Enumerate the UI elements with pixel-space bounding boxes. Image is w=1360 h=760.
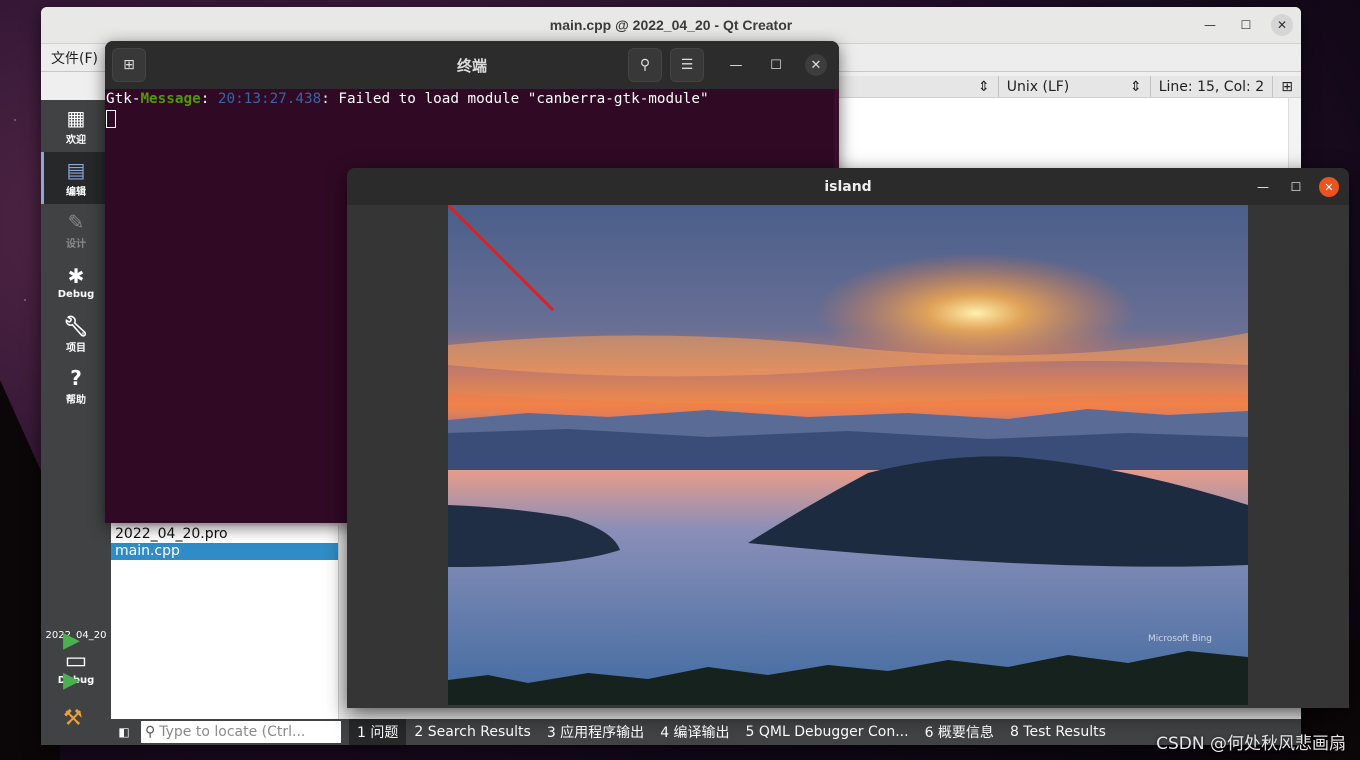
msg-colon: : (200, 91, 218, 107)
mode-edit-label: 编辑 (66, 186, 86, 198)
mode-help[interactable]: ? 帮助 (41, 360, 111, 412)
minimize-icon[interactable]: — (1253, 177, 1273, 197)
sidebar-toggle-icon[interactable]: ◧ (111, 719, 137, 745)
maximize-icon[interactable]: ☐ (765, 54, 787, 76)
qt-window-title: main.cpp @ 2022_04_20 - Qt Creator (549, 17, 793, 33)
terminal-output[interactable]: Gtk-Message: 20:13:27.438: Failed to loa… (105, 89, 839, 129)
mode-debug-label: Debug (57, 288, 95, 300)
tree-item-main[interactable]: main.cpp (111, 543, 338, 560)
code-editor[interactable] (838, 98, 1288, 168)
play-bug-icon: ▶ (63, 668, 80, 693)
mode-edit[interactable]: ▤ 编辑 (41, 152, 111, 204)
maximize-icon[interactable]: ☐ (1286, 177, 1306, 197)
help-icon: ? (70, 365, 82, 390)
sunset-islands-image: Microsoft Bing (448, 205, 1248, 705)
tab-qml-debugger[interactable]: 5 QML Debugger Con... (738, 719, 917, 745)
menu-icon[interactable]: ☰ (670, 48, 704, 82)
mode-design[interactable]: ✎ 设计 (41, 204, 111, 256)
maximize-icon[interactable]: ☐ (1235, 14, 1257, 36)
search-icon[interactable]: ⚲ (628, 48, 662, 82)
tab-test-results[interactable]: 8 Test Results (1002, 719, 1114, 745)
project-tree: 2022_04_20.pro main.cpp (111, 526, 351, 719)
close-icon[interactable]: ✕ (805, 54, 827, 76)
terminal-titlebar[interactable]: ⊞ 终端 ⚲ ☰ — ☐ ✕ (105, 41, 839, 89)
mode-design-label: 设计 (66, 238, 86, 250)
photo-credit: Microsoft Bing (1148, 634, 1212, 644)
document-icon: ▤ (66, 157, 86, 182)
qt-titlebar[interactable]: main.cpp @ 2022_04_20 - Qt Creator — ☐ ✕ (41, 7, 1301, 44)
terminal-cursor (106, 110, 116, 128)
play-icon: ▶ (63, 628, 80, 653)
bug-icon: ✱ (67, 263, 85, 288)
mode-welcome-label: 欢迎 (66, 134, 86, 146)
run-button[interactable]: ▶ (63, 628, 80, 653)
hammer-icon: ⚒ (63, 706, 83, 731)
island-photo: Microsoft Bing (448, 205, 1248, 705)
mode-projects-label: 项目 (66, 342, 86, 354)
island-titlebar[interactable]: island — ☐ ✕ (347, 168, 1349, 205)
mode-help-label: 帮助 (66, 394, 86, 406)
msg-text: : Failed to load module "canberra-gtk-mo… (321, 91, 709, 107)
menu-file[interactable]: 文件(F) (51, 48, 98, 68)
tab-issues[interactable]: 1 问题 (349, 719, 407, 745)
msg-prefix-gtk: Gtk- (106, 91, 141, 107)
wrench-icon: 🔧︎ (63, 313, 89, 338)
tab-search-results[interactable]: 2 Search Results (406, 719, 538, 745)
locator-input[interactable]: ⚲ Type to locate (Ctrl... (141, 721, 341, 743)
close-icon[interactable]: ✕ (1271, 14, 1293, 36)
build-button[interactable]: ⚒ (63, 706, 83, 731)
output-pane-bar: ◧ ⚲ Type to locate (Ctrl... 1 问题 2 Searc… (111, 719, 1301, 745)
editor-toolbar: ⇕ Unix (LF) ⇕ Line: 15, Col: 2 ⊞ (838, 76, 1301, 98)
debug-run-button[interactable]: ▶ (63, 668, 80, 693)
encoding-chevron-icon[interactable]: ⇕ (838, 76, 998, 97)
mode-debug[interactable]: ✱ Debug (41, 256, 111, 308)
chevron-updown-icon: ⇕ (1130, 78, 1142, 95)
line-ending-label: Unix (LF) (1006, 78, 1070, 95)
editor-scrollbar[interactable] (1288, 98, 1301, 168)
minimize-icon[interactable]: — (725, 54, 747, 76)
island-title: island (824, 178, 872, 195)
mode-projects[interactable]: 🔧︎ 项目 (41, 308, 111, 360)
mode-selector: ▦ 欢迎 ▤ 编辑 ✎ 设计 ✱ Debug 🔧︎ 项目 ? 帮助 2022_0… (41, 100, 111, 745)
tab-compile-output[interactable]: 4 编译输出 (652, 719, 737, 745)
split-icon[interactable]: ⊞ (1272, 76, 1301, 97)
close-icon[interactable]: ✕ (1319, 177, 1339, 197)
csdn-watermark: CSDN @何处秋风悲画扇 (1156, 734, 1346, 754)
locator-placeholder: Type to locate (Ctrl... (159, 724, 306, 740)
tree-item-pro[interactable]: 2022_04_20.pro (111, 526, 338, 543)
pencil-icon: ✎ (67, 209, 85, 234)
search-icon: ⚲ (145, 724, 156, 740)
cursor-position[interactable]: Line: 15, Col: 2 (1149, 76, 1272, 97)
msg-prefix-message: Message (140, 91, 201, 107)
line-ending-select[interactable]: Unix (LF) ⇕ (997, 76, 1150, 97)
msg-time: 20:13:27.438 (217, 91, 322, 107)
grid-icon: ▦ (66, 105, 86, 130)
tab-general-messages[interactable]: 6 概要信息 (917, 719, 1002, 745)
minimize-icon[interactable]: — (1199, 14, 1221, 36)
tab-app-output[interactable]: 3 应用程序输出 (539, 719, 652, 745)
mode-welcome[interactable]: ▦ 欢迎 (41, 100, 111, 152)
island-window: island — ☐ ✕ Microsoft Bing (347, 168, 1349, 708)
